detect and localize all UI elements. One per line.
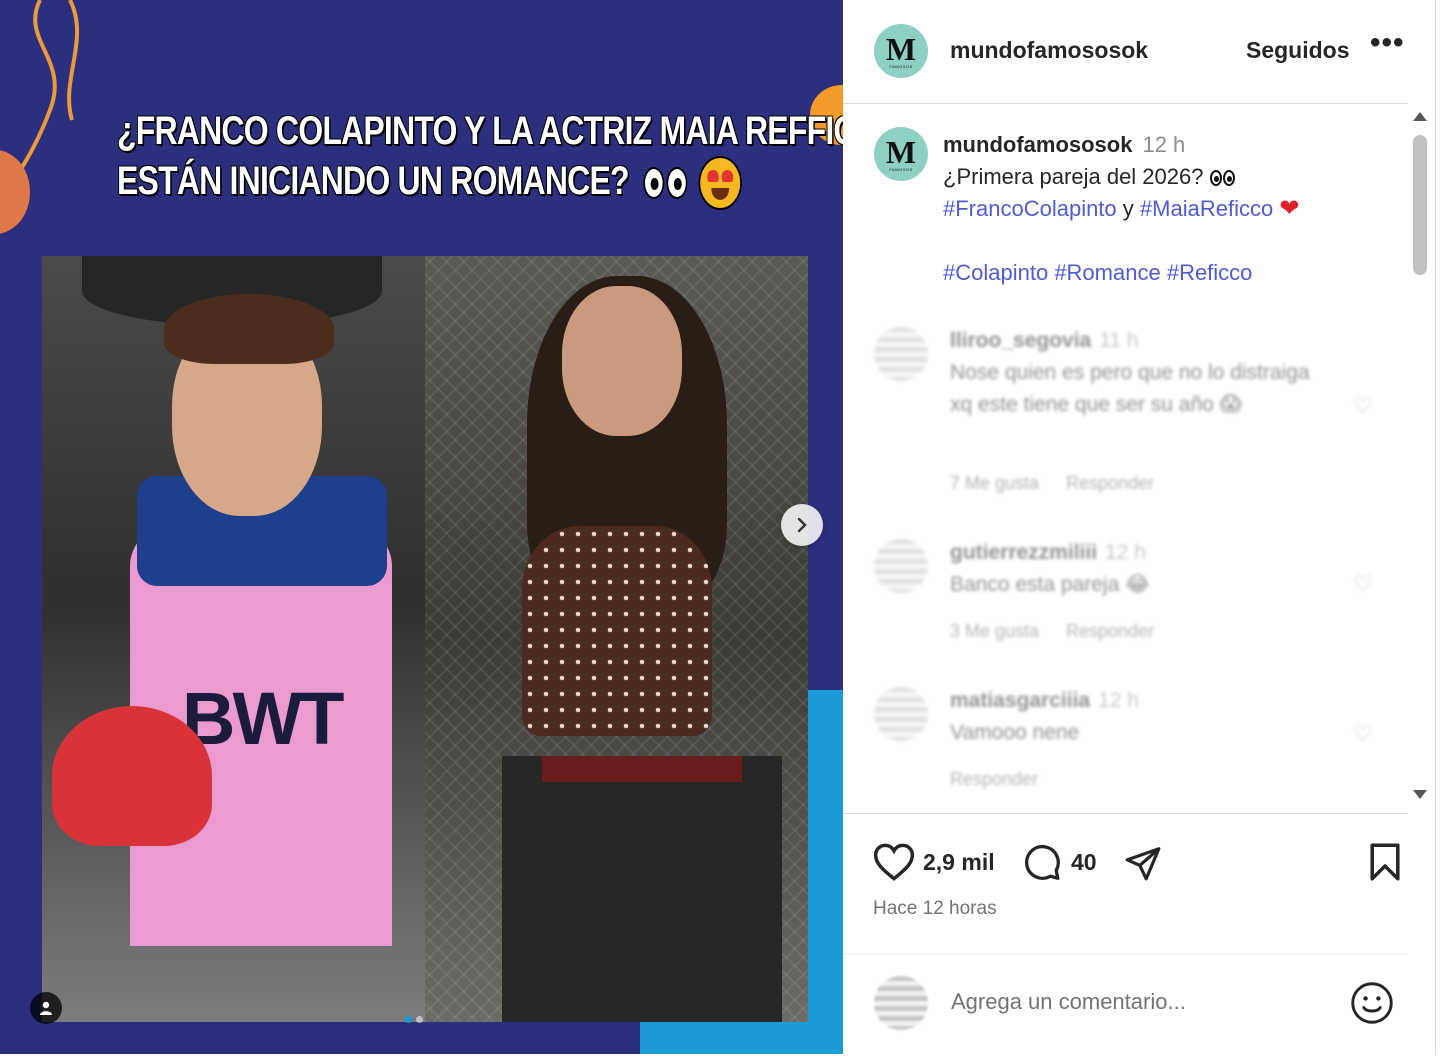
comment-icon: [1024, 844, 1060, 880]
avatar[interactable]: M FAMOSOS: [874, 127, 928, 181]
scroll-up-arrow-icon[interactable]: [1413, 112, 1427, 121]
hashtag-link[interactable]: #Romance: [1054, 260, 1160, 285]
save-button[interactable]: [1369, 842, 1401, 882]
photo-pants: [502, 756, 782, 1022]
more-options-icon[interactable]: •••: [1370, 26, 1405, 60]
avatar-subtext: FAMOSOS: [889, 166, 913, 172]
post-header: M FAMOSOS mundofamososok Seguidos •••: [843, 0, 1408, 104]
post-headline: ¿FRANCO COLAPINTO Y LA ACTRIZ MAIA REFFI…: [117, 106, 843, 211]
eyes-emoji-icon: [643, 167, 688, 200]
comment-likes[interactable]: 3 Me gusta: [950, 621, 1039, 641]
comment-username[interactable]: matiasgarciiia: [950, 689, 1090, 712]
comment-item: gutierrezzmiliii 12 h Banco esta pareja 😂…: [843, 537, 1408, 647]
post-actions: 2,9 mil 40 Hace 12 horas: [843, 813, 1408, 953]
comment-text: Banco esta pareja 😂: [950, 573, 1150, 596]
comment-text: Vamooo nene: [950, 721, 1080, 744]
comment-meta: 3 Me gusta Responder: [950, 621, 1176, 642]
photo-belt: [542, 756, 742, 782]
eyes-emoji-icon: [1209, 170, 1235, 187]
hashtag-link[interactable]: #Reficco: [1167, 260, 1253, 285]
hashtag-link[interactable]: #Colapinto: [943, 260, 1048, 285]
heart-emoji-icon: ❤: [1279, 195, 1300, 222]
comment-input[interactable]: [951, 984, 1331, 1020]
post-timestamp[interactable]: Hace 12 horas: [873, 898, 997, 920]
avatar-letter: M: [885, 30, 917, 67]
carousel-dot: [416, 1016, 423, 1023]
carousel-next-button[interactable]: [781, 504, 823, 546]
bookmark-icon: [1370, 843, 1400, 881]
comment-button[interactable]: 40: [1021, 842, 1097, 882]
tagged-users-button[interactable]: [30, 992, 62, 1024]
chevron-right-icon: [797, 517, 807, 533]
user-icon: [40, 1001, 52, 1015]
add-comment-bar: [843, 953, 1408, 1054]
heart-icon: [873, 843, 915, 881]
share-button[interactable]: [1123, 844, 1163, 882]
carousel-indicator: [405, 1016, 423, 1023]
post-media: ¿FRANCO COLAPINTO Y LA ACTRIZ MAIA REFFI…: [0, 0, 843, 1054]
avatar[interactable]: M FAMOSOS: [874, 24, 928, 78]
comments-count: 40: [1071, 848, 1097, 875]
post-sidebar: M FAMOSOS mundofamososok Seguidos ••• M …: [843, 0, 1436, 1054]
photo-polka-top: [522, 526, 712, 736]
comment-likes[interactable]: 7 Me gusta: [950, 473, 1039, 493]
comments-scrollbar[interactable]: [1408, 110, 1430, 810]
comments-section: M FAMOSOS mundofamososok 12 h ¿Primera pa…: [843, 105, 1408, 813]
caption-connector: y: [1122, 196, 1134, 221]
hashtag-link[interactable]: #MaiaReficco: [1140, 196, 1273, 221]
post-photo: BWT: [42, 256, 808, 1022]
comment-time: 12 h: [1105, 541, 1146, 564]
comment-body: lliroo_segovia 11 h Nose quien es pero qu…: [950, 325, 1320, 421]
reply-button[interactable]: Responder: [950, 769, 1038, 789]
comment-text: Nose quien es pero que no lo distraiga x…: [950, 361, 1310, 416]
comment-meta: Responder: [950, 769, 1060, 790]
avatar-subtext: FAMOSOS: [889, 63, 913, 69]
comment-time: 12 h: [1098, 689, 1139, 712]
like-button[interactable]: 2,9 mil: [873, 842, 995, 882]
following-button[interactable]: Seguidos: [1246, 37, 1350, 64]
comment-username[interactable]: gutierrezzmiliii: [950, 541, 1097, 564]
avatar[interactable]: [874, 327, 928, 381]
smiley-icon: [1351, 982, 1393, 1024]
comment-time: 11 h: [1099, 329, 1139, 352]
heart-icon[interactable]: ♡: [1353, 393, 1373, 419]
caption-username[interactable]: mundofamososok: [943, 132, 1132, 157]
heart-icon[interactable]: ♡: [1353, 571, 1373, 597]
heart-eyes-emoji-icon: [698, 156, 742, 211]
heart-icon[interactable]: ♡: [1353, 721, 1373, 747]
comment-item: matiasgarciiia 12 h Vamooo nene Responder…: [843, 685, 1408, 795]
likes-count[interactable]: 2,9 mil: [923, 849, 995, 876]
comment-username[interactable]: lliroo_segovia: [950, 329, 1091, 352]
post-caption: mundofamososok 12 h ¿Primera pareja del 2…: [943, 129, 1383, 289]
comment-item: lliroo_segovia 11 h Nose quien es pero qu…: [843, 325, 1408, 505]
avatar[interactable]: [874, 539, 928, 593]
avatar-letter: M: [885, 133, 917, 170]
caption-time: 12 h: [1142, 132, 1186, 157]
hashtag-link[interactable]: #FrancoColapinto: [943, 196, 1117, 221]
avatar: [874, 976, 928, 1030]
send-icon: [1125, 847, 1161, 881]
carousel-dot: [405, 1016, 412, 1023]
avatar[interactable]: [874, 687, 928, 741]
username-link[interactable]: mundofamososok: [950, 37, 1148, 64]
comment-meta: 7 Me gusta Responder: [950, 473, 1176, 494]
scroll-thumb[interactable]: [1413, 135, 1427, 275]
photo-face: [562, 286, 682, 436]
headline-text: ESTÁN INICIANDO UN ROMANCE?: [117, 159, 630, 203]
reply-button[interactable]: Responder: [1066, 621, 1154, 641]
headline-line: ¿FRANCO COLAPINTO Y LA ACTRIZ MAIA REFFI…: [117, 109, 843, 153]
reply-button[interactable]: Responder: [1066, 473, 1154, 493]
photo-hair: [164, 294, 334, 364]
comment-body: matiasgarciiia 12 h Vamooo nene: [950, 685, 1320, 749]
scroll-down-arrow-icon[interactable]: [1413, 790, 1427, 799]
caption-text: ¿Primera pareja del 2026?: [943, 164, 1204, 189]
photo-red-cap: [52, 706, 212, 846]
emoji-picker-button[interactable]: [1350, 981, 1394, 1030]
comment-body: gutierrezzmiliii 12 h Banco esta pareja 😂: [950, 537, 1320, 601]
headline-line: ESTÁN INICIANDO UN ROMANCE?: [117, 156, 742, 211]
